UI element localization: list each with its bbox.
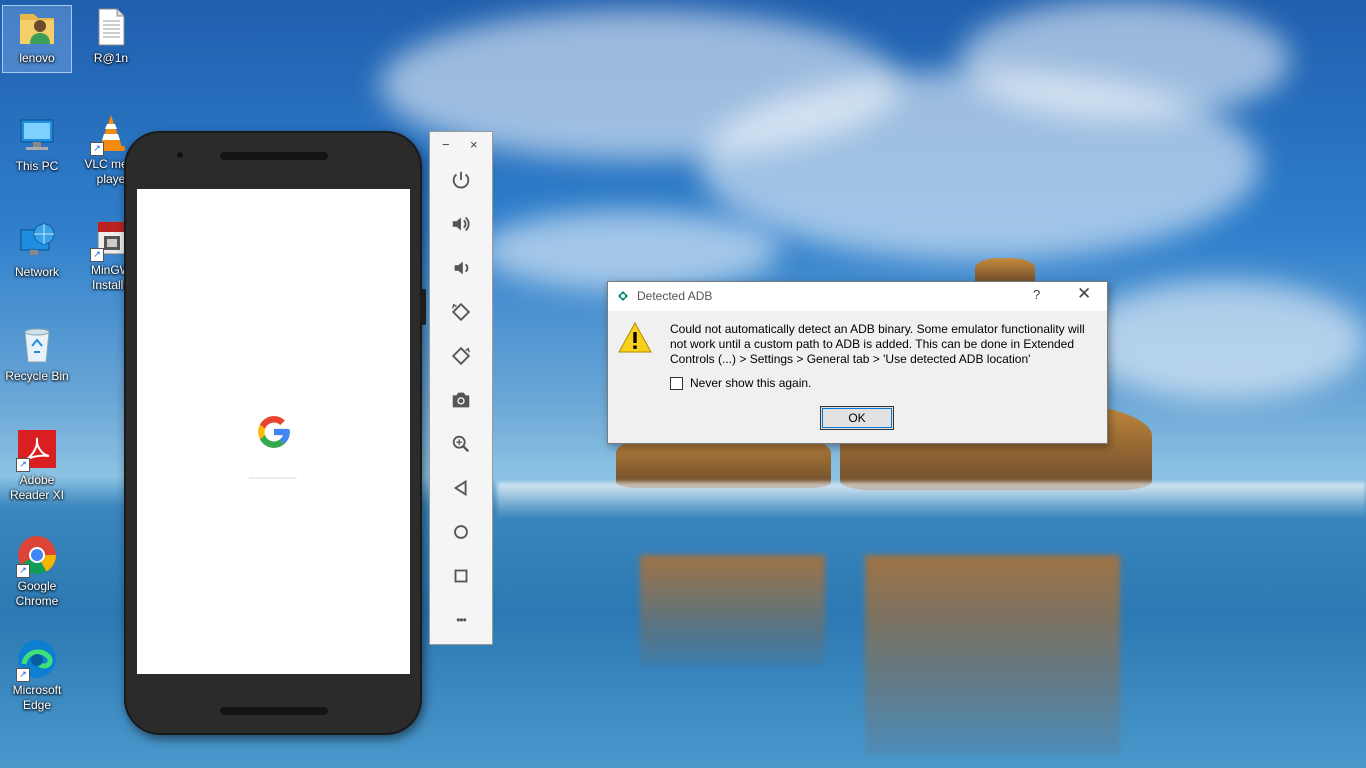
more-icon: ••• (456, 613, 467, 627)
recycle-bin-icon (16, 324, 58, 366)
toolbar-titlebar: − × (430, 132, 492, 160)
rotate-left-button[interactable] (447, 298, 475, 326)
close-button[interactable]: × (470, 137, 478, 152)
sea-surf (497, 482, 1366, 516)
emulator-toolbar: − × ••• (429, 131, 493, 645)
emulator-screen[interactable] (137, 189, 410, 674)
desktop-icon-microsoft-edge[interactable]: ↗ Microsoft Edge (3, 638, 71, 713)
google-g-icon (258, 416, 290, 448)
edge-icon: ↗ (16, 638, 58, 682)
detected-adb-dialog: Detected ADB ? ✕ Could not automatically… (607, 281, 1108, 444)
minimize-button[interactable]: − (442, 137, 450, 152)
help-button[interactable]: ? (1033, 287, 1040, 302)
reflection (865, 555, 1120, 755)
dialog-message: Could not automatically detect an ADB bi… (670, 322, 1085, 366)
computer-icon (16, 114, 58, 156)
shortcut-arrow-icon: ↗ (16, 458, 30, 472)
desktop-icon-this-pc[interactable]: This PC (3, 114, 71, 174)
warning-icon (618, 321, 652, 353)
adobe-reader-icon: ↗ (16, 428, 58, 472)
desktop-icon-google-chrome[interactable]: ↗ Google Chrome (3, 534, 71, 609)
text-file-icon (90, 6, 132, 48)
zoom-icon (452, 435, 470, 453)
shortcut-arrow-icon: ↗ (90, 142, 104, 156)
network-globe-icon (16, 220, 58, 262)
desktop-icon-network[interactable]: Network (3, 220, 71, 280)
rotate-right-button[interactable] (447, 342, 475, 370)
volume-down-button[interactable] (447, 254, 475, 282)
home-icon (454, 525, 468, 539)
chrome-icon: ↗ (16, 534, 58, 578)
desktop-icon-r1n[interactable]: R@1n (77, 6, 145, 66)
rotate-left-icon (451, 302, 471, 322)
checkbox-label: Never show this again. (690, 376, 812, 390)
checkbox-box[interactable] (670, 376, 683, 390)
cloud (1080, 280, 1366, 400)
top-speaker (220, 152, 328, 160)
desktop-icon-lenovo[interactable]: lenovo (2, 5, 72, 73)
more-button[interactable]: ••• (447, 606, 475, 634)
desktop-icon-adobe-reader[interactable]: ↗ Adobe Reader XI (3, 428, 71, 503)
user-folder-icon (16, 6, 58, 48)
volume-up-icon (452, 216, 470, 232)
dialog-titlebar: Detected ADB ? ✕ (608, 282, 1107, 311)
overview-button[interactable] (447, 562, 475, 590)
zoom-button[interactable] (447, 430, 475, 458)
power-icon (452, 171, 470, 189)
vlc-cone-icon: ↗ (90, 112, 132, 156)
volume-down-icon (454, 261, 469, 275)
shortcut-arrow-icon: ↗ (16, 668, 30, 682)
cloud (480, 210, 780, 290)
dialog-close-button[interactable]: ✕ (1077, 284, 1091, 304)
front-camera (177, 152, 183, 158)
volume-up-button[interactable] (447, 210, 475, 238)
ok-button[interactable]: OK (820, 406, 894, 430)
never-show-again-checkbox[interactable]: Never show this again. (670, 376, 811, 390)
camera-icon (452, 392, 470, 408)
dialog-title: Detected ADB (637, 289, 713, 303)
emulator-device-frame (124, 131, 426, 735)
overview-icon (454, 569, 468, 583)
shortcut-arrow-icon: ↗ (16, 564, 30, 578)
home-button[interactable] (447, 518, 475, 546)
desktop-icon-recycle-bin[interactable]: Recycle Bin (3, 324, 71, 384)
shortcut-arrow-icon: ↗ (90, 248, 104, 262)
back-icon (453, 479, 467, 497)
bottom-speaker (220, 707, 328, 715)
back-button[interactable] (447, 474, 475, 502)
screenshot-button[interactable] (447, 386, 475, 414)
emulator-app-icon (618, 291, 628, 301)
device-power-button[interactable] (421, 289, 426, 325)
power-button[interactable] (447, 166, 475, 194)
rotate-right-icon (451, 346, 471, 366)
reflection (640, 555, 825, 665)
cloud (960, 0, 1290, 120)
loading-bar (249, 477, 297, 479)
